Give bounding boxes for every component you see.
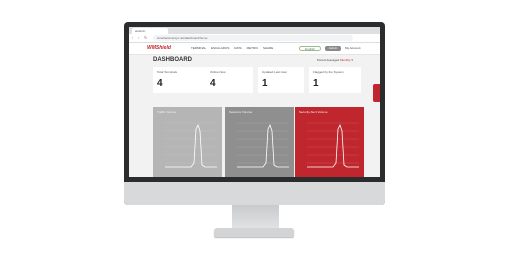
stat-label: Online Now	[210, 70, 226, 74]
stat-value: 1	[262, 78, 268, 89]
feedback-tab[interactable]	[373, 84, 380, 102]
menu-item-terminal[interactable]: TERMINAL	[191, 46, 206, 50]
stat-card: Updated Last Hour 1	[258, 67, 304, 93]
chart-panel-alerts: Security Alert Volume	[295, 107, 364, 177]
period-selector[interactable]: Period Averaged Monthly ▾	[317, 58, 353, 63]
monitor-stand	[232, 205, 279, 230]
period-label: Period Averaged	[317, 58, 340, 62]
chart-plot	[237, 122, 289, 168]
browser-tab-bar: webmin	[129, 27, 380, 34]
forward-icon[interactable]: ›	[138, 35, 139, 41]
back-icon[interactable]: ‹	[132, 35, 133, 41]
menu-item-data[interactable]: DATA	[234, 46, 242, 50]
stat-card: Flagged by the System 1	[309, 67, 361, 93]
monitor-base	[214, 228, 294, 237]
stat-label: Total Terminals	[157, 70, 177, 74]
series-line	[165, 123, 217, 168]
page-title: DASHBOARD	[153, 57, 192, 63]
menu-item-escalados[interactable]: ESCALADOS	[211, 46, 229, 50]
monitor: webmin ‹ › ↻ wmshield.ravsys.net/dashboa…	[124, 22, 385, 205]
chart-plot	[307, 122, 359, 168]
main-menu: TERMINAL ESCALADOS DATA METRIC SHARE	[191, 46, 277, 51]
screen: webmin ‹ › ↻ wmshield.ravsys.net/dashboa…	[129, 27, 380, 177]
stat-card: Online Now 4	[206, 67, 253, 93]
chart-panel-sessions: Sessions Volume	[225, 107, 294, 177]
account-menu[interactable]: My Account	[345, 46, 361, 51]
monitor-chin	[124, 182, 385, 205]
stat-label: Updated Last Hour	[262, 70, 288, 74]
chart-plot	[165, 122, 217, 168]
stat-value: 4	[157, 78, 163, 89]
logo[interactable]: WMShield	[147, 45, 171, 52]
period-value[interactable]: Monthly	[340, 58, 351, 62]
series-line	[237, 123, 289, 168]
series-line	[307, 123, 359, 168]
chevron-down-icon: ▾	[351, 58, 353, 62]
chart-panel-traffic: Traffic Volume	[153, 107, 222, 177]
stat-value: 4	[210, 78, 216, 89]
user-button[interactable]: Admin	[325, 46, 341, 51]
stat-label: Flagged by the System	[313, 70, 344, 74]
stat-value: 1	[313, 78, 319, 89]
language-button[interactable]: English	[299, 46, 321, 51]
app-header: WMShield TERMINAL ESCALADOS DATA METRIC …	[129, 43, 380, 55]
menu-item-share[interactable]: SHARE	[263, 46, 273, 50]
reload-icon[interactable]: ↻	[144, 35, 147, 41]
url-field[interactable]: wmshield.ravsys.net/dashboard/home	[153, 35, 353, 41]
address-bar: ‹ › ↻ wmshield.ravsys.net/dashboard/home	[129, 34, 380, 43]
menu-item-metric[interactable]: METRIC	[247, 46, 259, 50]
